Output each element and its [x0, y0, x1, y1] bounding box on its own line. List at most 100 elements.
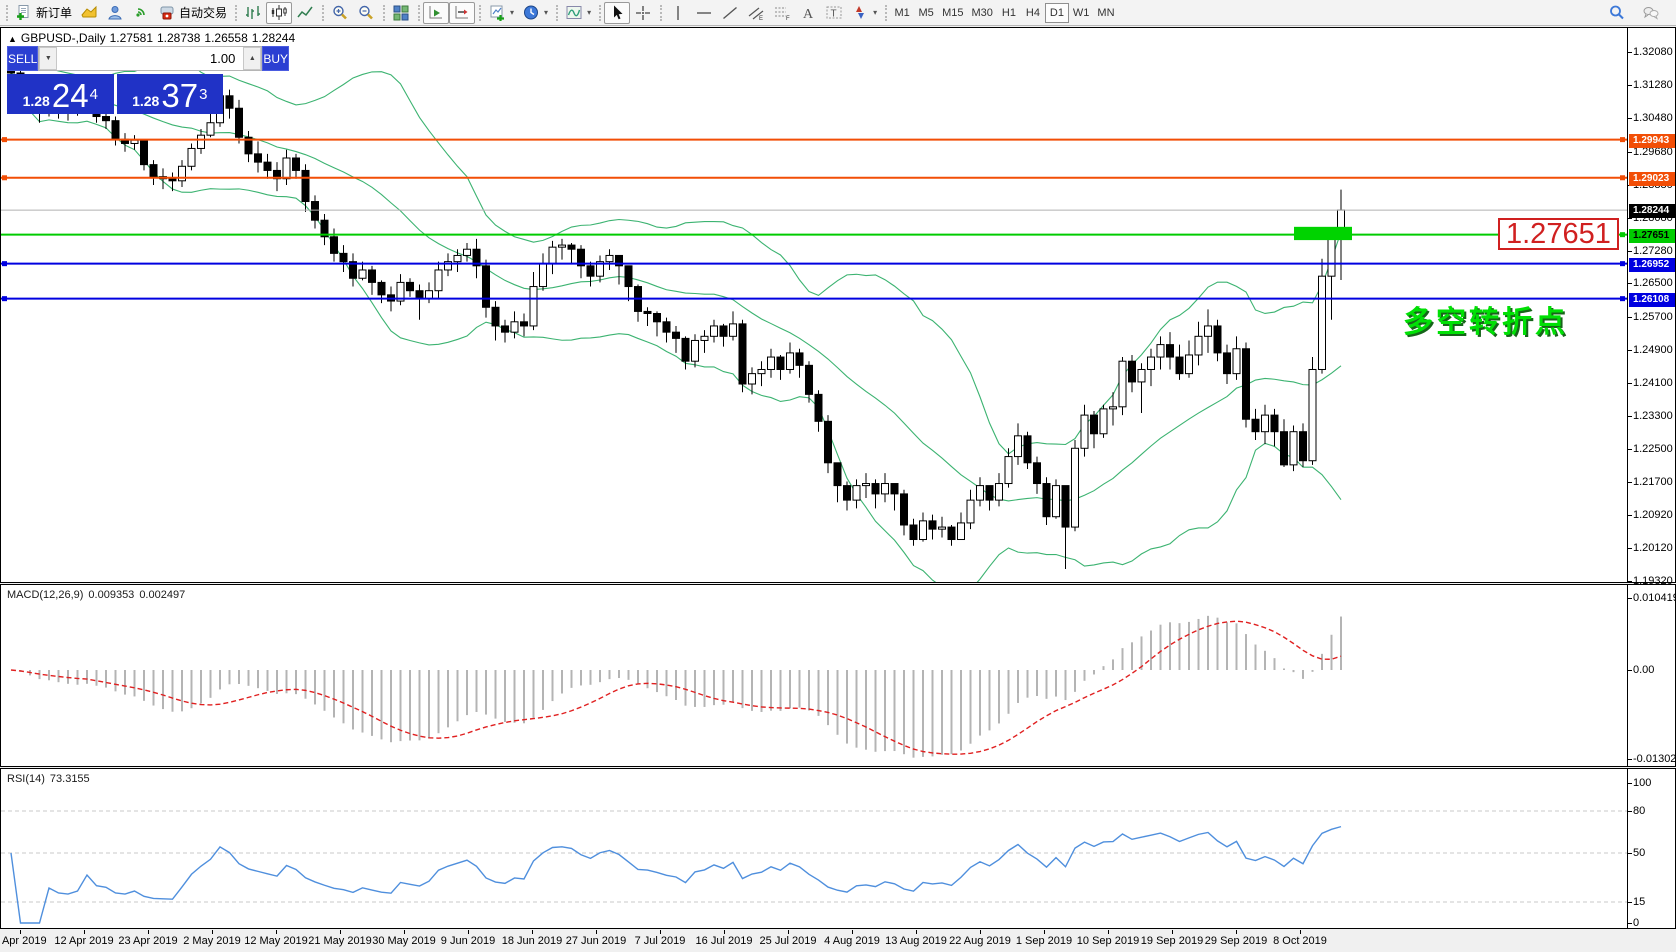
candle[interactable] [453, 254, 462, 263]
candle[interactable] [301, 169, 310, 203]
candle[interactable] [1213, 325, 1222, 354]
candle[interactable] [1251, 418, 1260, 433]
candle[interactable] [130, 139, 139, 144]
candle[interactable] [862, 483, 870, 487]
candle[interactable] [1318, 275, 1326, 370]
timeframe-button-mn[interactable]: MN [1093, 3, 1118, 23]
new-order-button[interactable]: 新订单 [11, 2, 76, 24]
candle[interactable] [463, 248, 471, 256]
candle[interactable] [358, 269, 367, 279]
candle[interactable] [111, 120, 120, 140]
candle[interactable] [434, 269, 443, 292]
candle[interactable] [1052, 485, 1060, 518]
candle[interactable] [1280, 431, 1288, 466]
candle[interactable] [235, 107, 243, 138]
candle[interactable] [1061, 485, 1070, 528]
horizontal-line-button[interactable] [691, 2, 717, 24]
candle[interactable] [548, 246, 557, 265]
new-chart-button[interactable]: ▾ [484, 2, 518, 24]
candle[interactable] [662, 321, 671, 333]
candle[interactable] [1175, 356, 1184, 375]
candle[interactable] [729, 323, 737, 337]
candle[interactable] [339, 252, 348, 263]
candle[interactable] [520, 321, 528, 327]
candle[interactable] [776, 356, 785, 370]
candle[interactable] [1299, 431, 1307, 462]
candle[interactable] [1270, 414, 1279, 433]
candle[interactable] [406, 281, 414, 292]
candle[interactable] [900, 493, 908, 526]
rsi-axis[interactable]: 100 80 50 15 0 [1627, 769, 1675, 929]
candle[interactable] [1071, 447, 1079, 528]
horizontal-line-object[interactable] [1, 175, 1627, 181]
candle[interactable] [919, 520, 927, 541]
candle[interactable] [767, 356, 775, 370]
timeframe-button-m1[interactable]: M1 [890, 3, 914, 23]
candlestick-chart-button[interactable] [266, 1, 293, 24]
candle[interactable] [168, 178, 177, 182]
bull-bear-turning-point-annotation[interactable]: 多空转折点 [1403, 297, 1568, 341]
signals-button[interactable] [128, 2, 154, 24]
candle[interactable] [938, 526, 946, 530]
time-axis[interactable]: 3 Apr 2019 12 Apr 2019 23 Apr 2019 2 May 20… [0, 930, 1676, 952]
candle[interactable] [377, 281, 386, 296]
candle[interactable] [1014, 435, 1022, 458]
candle[interactable] [1128, 360, 1136, 383]
candle[interactable] [700, 335, 709, 341]
candle[interactable] [605, 254, 614, 263]
candle[interactable] [1090, 414, 1098, 435]
price-axis[interactable]: 1.320801.312801.304801.296801.288801.280… [1627, 28, 1675, 587]
collapse-one-click-icon[interactable]: ▲ [8, 34, 17, 44]
candle[interactable] [539, 263, 547, 288]
candle[interactable] [254, 153, 262, 163]
candle[interactable] [529, 286, 538, 327]
candle[interactable] [947, 526, 956, 541]
tile-windows-button[interactable] [388, 2, 414, 24]
chat-button[interactable] [1638, 2, 1664, 24]
macd-axis[interactable]: 0.010419 0.00 -0.013027 [1627, 585, 1676, 766]
rsi-chart[interactable] [1, 769, 1627, 928]
arrows-button[interactable]: ▾ [847, 2, 881, 24]
candle[interactable] [691, 339, 699, 362]
candle[interactable] [1232, 348, 1241, 375]
candle[interactable] [871, 483, 880, 495]
community-button[interactable] [102, 2, 128, 24]
candle[interactable] [187, 147, 196, 167]
candle[interactable] [1156, 344, 1165, 358]
candle[interactable] [1099, 408, 1108, 435]
candle[interactable] [311, 201, 319, 221]
candle[interactable] [624, 265, 633, 288]
candle[interactable] [672, 331, 680, 339]
candle[interactable] [1327, 237, 1336, 277]
volume-decrease-button[interactable]: ▼ [39, 47, 58, 70]
candle[interactable] [140, 139, 148, 166]
timeframe-button-m15[interactable]: M15 [938, 3, 967, 23]
candle[interactable] [1308, 368, 1317, 462]
indicators-button[interactable]: ▾ [561, 2, 595, 24]
candle[interactable] [928, 520, 937, 530]
candle[interactable] [738, 323, 747, 385]
candle[interactable] [786, 352, 794, 370]
candle[interactable] [748, 373, 756, 385]
price-plot-area[interactable]: ▲ GBPUSD-,Daily 1.27581 1.28738 1.26558 1.282… [1, 28, 1627, 582]
horizontal-line-object[interactable] [1, 232, 1627, 238]
key-level-callout[interactable]: 1.27651 [1498, 218, 1619, 250]
rsi-plot-area[interactable]: RSI(14) 73.3155 [1, 769, 1627, 928]
sell-button[interactable]: SELL [7, 46, 39, 71]
candle[interactable] [1118, 360, 1127, 408]
candle[interactable] [976, 485, 984, 501]
volume-input[interactable] [57, 47, 244, 70]
horizontal-line-object[interactable] [1, 296, 1627, 302]
zoom-in-button[interactable] [327, 2, 353, 24]
candle[interactable] [1023, 435, 1032, 464]
candle[interactable] [1223, 352, 1231, 375]
bar-chart-button[interactable] [240, 2, 266, 24]
candle[interactable] [681, 337, 690, 362]
candle[interactable] [501, 325, 509, 333]
candle[interactable] [995, 483, 1003, 501]
candle[interactable] [102, 116, 110, 122]
buy-button[interactable]: BUY [262, 46, 290, 71]
candle[interactable] [1194, 335, 1203, 356]
candle[interactable] [1185, 354, 1193, 375]
timeframe-button-m5[interactable]: M5 [914, 3, 938, 23]
